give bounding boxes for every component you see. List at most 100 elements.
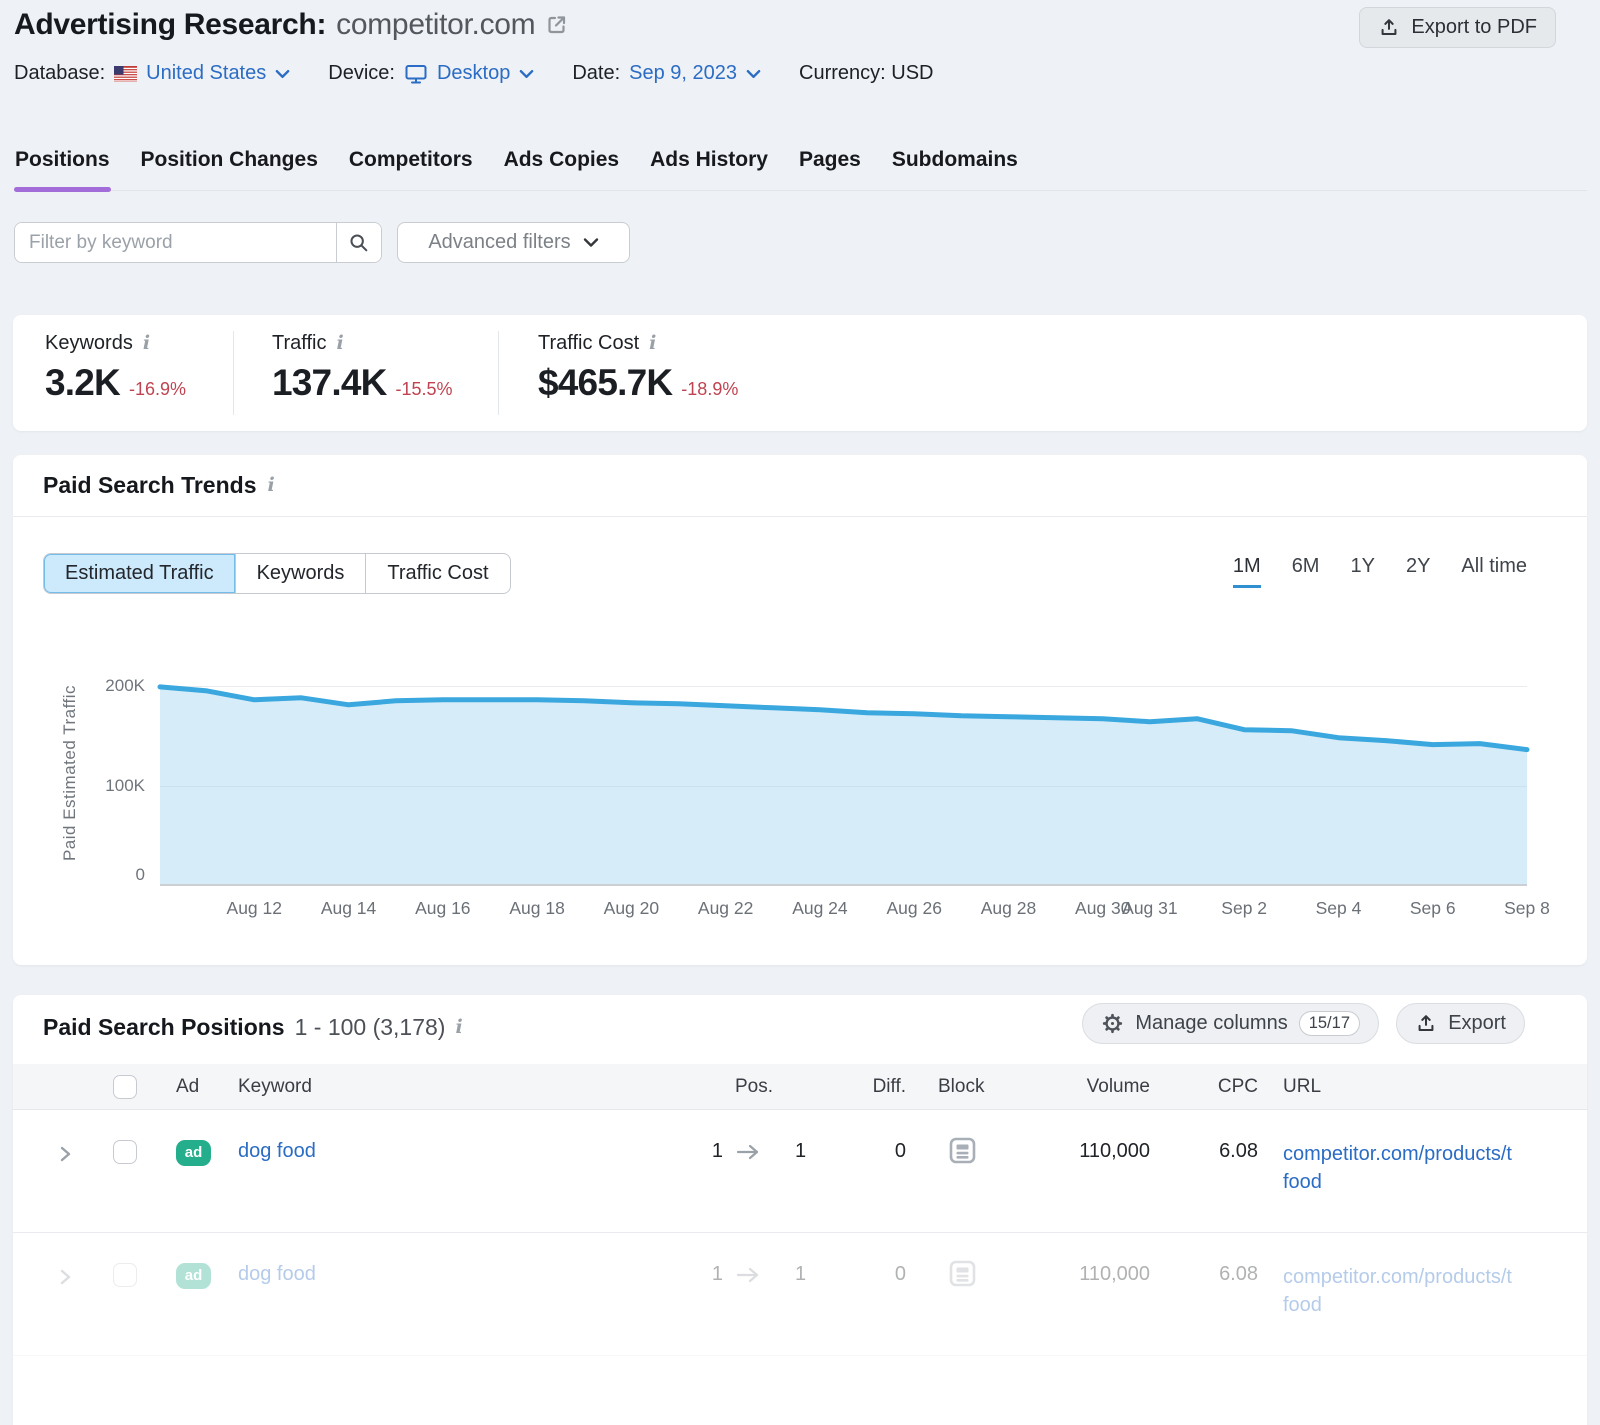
info-icon[interactable]: i xyxy=(649,334,656,353)
arrow-right-icon xyxy=(735,1266,761,1284)
range-tab-1m[interactable]: 1M xyxy=(1233,555,1261,588)
tab-ads-copies[interactable]: Ads Copies xyxy=(503,144,621,190)
block-ad-icon[interactable] xyxy=(949,1137,976,1164)
url-link[interactable]: competitor.com/products/t food xyxy=(1283,1263,1548,1319)
advanced-filters-button[interactable]: Advanced filters xyxy=(397,222,630,263)
range-tab-all-time[interactable]: All time xyxy=(1461,555,1527,588)
device-selector[interactable]: Device: Desktop xyxy=(328,62,534,85)
x-tick-label: Aug 22 xyxy=(698,898,753,919)
position-previous: 1 xyxy=(663,1263,723,1286)
x-tick-label: Aug 14 xyxy=(321,898,376,919)
stat-label: Keywords xyxy=(45,332,133,355)
x-tick-label: Aug 26 xyxy=(886,898,941,919)
tab-pages[interactable]: Pages xyxy=(798,144,862,190)
stat-value: 3.2K xyxy=(45,362,120,404)
manage-columns-button[interactable]: Manage columns 15/17 xyxy=(1082,1003,1379,1044)
tab-label: Subdomains xyxy=(892,148,1018,171)
tab-position-changes[interactable]: Position Changes xyxy=(140,144,319,190)
tab-positions[interactable]: Positions xyxy=(14,144,111,190)
active-tab-underline xyxy=(14,187,111,192)
chevron-down-icon xyxy=(583,237,599,248)
x-axis-line xyxy=(160,884,1527,886)
trend-chart: 200K 100K 0 Paid Estimated Traffic Aug 1… xyxy=(160,660,1527,886)
divider xyxy=(233,331,234,415)
keyword-link[interactable]: dog food xyxy=(238,1140,316,1163)
stat-value: 137.4K xyxy=(272,362,387,404)
range-tab-6m[interactable]: 6M xyxy=(1292,555,1320,588)
paid-search-positions-card: Paid Search Positions 1 - 100 (3,178) i xyxy=(13,995,1587,1425)
table-header-row: Ad Keyword Pos. Diff. Block Volume CPC U… xyxy=(13,1064,1587,1110)
position-previous: 1 xyxy=(663,1140,723,1163)
tab-label: Pages xyxy=(799,148,861,171)
desktop-monitor-icon xyxy=(404,63,428,85)
date-selector[interactable]: Date: Sep 9, 2023 xyxy=(572,62,761,85)
positions-card-header: Paid Search Positions 1 - 100 (3,178) i xyxy=(43,1014,463,1041)
date-range-tabs: 1M 6M 1Y 2Y All time xyxy=(1233,555,1527,588)
columns-count-badge: 15/17 xyxy=(1299,1011,1360,1036)
metric-tab-estimated-traffic[interactable]: Estimated Traffic xyxy=(44,554,236,593)
x-tick-label: Aug 18 xyxy=(509,898,564,919)
position-current: 1 xyxy=(795,1263,806,1286)
range-tab-1y[interactable]: 1Y xyxy=(1350,555,1374,588)
row-checkbox[interactable] xyxy=(113,1140,137,1164)
column-header-block: Block xyxy=(938,1076,984,1098)
info-icon[interactable]: i xyxy=(336,334,343,353)
x-tick-label: Aug 12 xyxy=(227,898,282,919)
block-ad-icon[interactable] xyxy=(949,1260,976,1287)
range-tab-2y[interactable]: 2Y xyxy=(1406,555,1430,588)
tab-subdomains[interactable]: Subdomains xyxy=(891,144,1019,190)
select-all-checkbox[interactable] xyxy=(113,1075,137,1099)
chevron-down-icon xyxy=(275,69,290,79)
report-tabs: Positions Position Changes Competitors A… xyxy=(14,144,1587,191)
info-icon[interactable]: i xyxy=(267,476,274,495)
table-export-button[interactable]: Export xyxy=(1396,1003,1525,1044)
table-row: ad dog food 1 1 0 110,000 6.08 competito… xyxy=(13,1233,1587,1356)
date-label: Date: xyxy=(572,62,620,85)
column-header-ad: Ad xyxy=(176,1076,199,1098)
cpc-value: 6.08 xyxy=(1178,1263,1258,1286)
column-header-pos: Pos. xyxy=(735,1076,773,1098)
url-link[interactable]: competitor.com/products/t food xyxy=(1283,1140,1548,1196)
row-expander-chevron-icon[interactable] xyxy=(57,1144,74,1164)
database-selector[interactable]: Database: United States xyxy=(14,62,290,85)
advanced-filters-label: Advanced filters xyxy=(428,231,570,254)
tab-label: Position Changes xyxy=(141,148,318,171)
tab-label: Competitors xyxy=(349,148,473,171)
range-tab-label: 6M xyxy=(1292,555,1320,577)
ad-badge: ad xyxy=(176,1140,211,1166)
export-to-pdf-button[interactable]: Export to PDF xyxy=(1359,7,1556,48)
tab-ads-history[interactable]: Ads History xyxy=(649,144,769,190)
metric-toggle-group: Estimated Traffic Keywords Traffic Cost xyxy=(43,553,511,594)
info-icon[interactable]: i xyxy=(143,334,150,353)
info-icon[interactable]: i xyxy=(455,1018,462,1037)
stat-value: $465.7K xyxy=(538,362,672,404)
currency-indicator: Currency: USD xyxy=(799,62,933,85)
position-diff: 0 xyxy=(843,1140,906,1163)
keyword-filter-input[interactable] xyxy=(15,223,336,262)
stat-keywords: Keywordsi 3.2K-16.9% xyxy=(45,332,186,404)
y-axis-title: Paid Estimated Traffic xyxy=(60,623,80,923)
x-tick-label: Sep 6 xyxy=(1410,898,1456,919)
tab-competitors[interactable]: Competitors xyxy=(348,144,474,190)
external-link-icon[interactable] xyxy=(545,13,569,37)
search-button[interactable] xyxy=(336,223,381,262)
upload-icon xyxy=(1378,17,1400,39)
range-tab-label: 1Y xyxy=(1350,555,1374,577)
advertising-research-page: { "page": { "title_prefix": "Advertising… xyxy=(0,0,1600,1304)
row-checkbox[interactable] xyxy=(113,1263,137,1287)
search-icon xyxy=(348,232,370,254)
column-header-cpc: CPC xyxy=(1178,1076,1258,1098)
divider xyxy=(498,331,499,415)
x-axis-ticks: Aug 12Aug 14Aug 16Aug 18Aug 20Aug 22Aug … xyxy=(160,898,1527,922)
trend-area-fill xyxy=(160,687,1527,886)
metric-tab-traffic-cost[interactable]: Traffic Cost xyxy=(366,554,509,593)
chevron-down-icon xyxy=(519,69,534,79)
column-header-keyword: Keyword xyxy=(238,1076,312,1098)
metric-tab-keywords[interactable]: Keywords xyxy=(236,554,367,593)
position-diff: 0 xyxy=(843,1263,906,1286)
us-flag-icon xyxy=(114,66,137,82)
ad-badge: ad xyxy=(176,1263,211,1289)
row-expander-chevron-icon[interactable] xyxy=(57,1267,74,1287)
x-tick-label: Aug 20 xyxy=(604,898,659,919)
keyword-link[interactable]: dog food xyxy=(238,1263,316,1286)
